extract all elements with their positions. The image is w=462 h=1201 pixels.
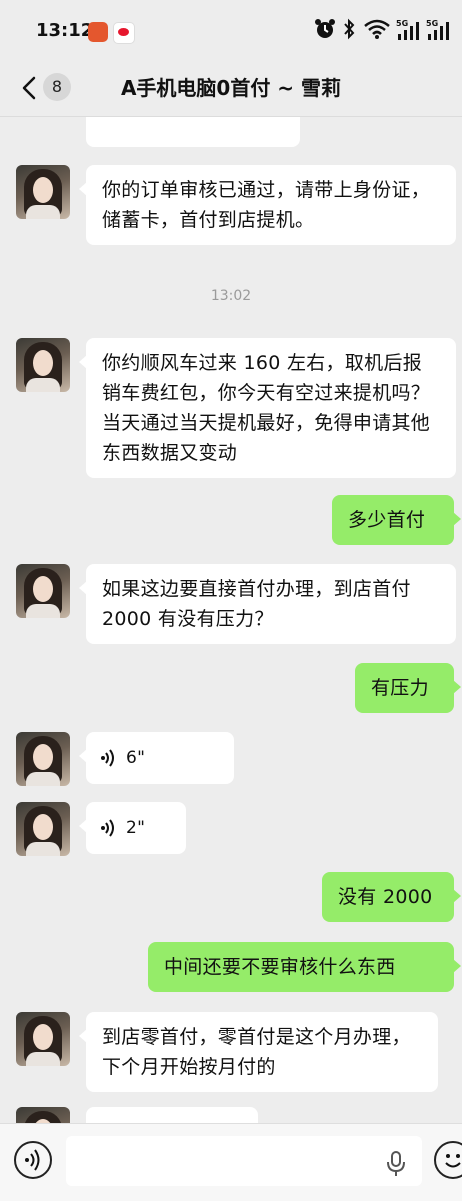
chevron-left-icon[interactable]: [18, 74, 44, 102]
message-text: 如果这边要直接首付办理，到店首付 2000 有没有压力？: [102, 578, 411, 630]
voice-message[interactable]: 2": [79, 802, 186, 854]
chat-header: 8 A手机电脑0首付 ~ 雪莉: [0, 60, 462, 117]
message-text: 中间还要不要审核什么东西: [164, 956, 396, 978]
message-list[interactable]: 你的订单审核已通过，请带上身份证，储蓄卡，首付到店提机。 13:02 你约顺风车…: [0, 117, 462, 1123]
message-text: 没有 2000: [338, 886, 433, 908]
microphone-icon[interactable]: [385, 1151, 407, 1177]
contact-avatar[interactable]: [16, 338, 70, 392]
contact-avatar[interactable]: [16, 165, 70, 219]
signal-5g-icon: 5G: [426, 19, 449, 40]
contact-avatar[interactable]: [16, 1107, 70, 1123]
incoming-message[interactable]: 到店零首付，零首付是这个月办理，下个月开始按月付的: [79, 1012, 438, 1092]
outgoing-message[interactable]: 没有 2000: [322, 872, 461, 922]
message-input[interactable]: [66, 1136, 422, 1186]
contact-avatar[interactable]: [16, 732, 70, 786]
status-time: 13:12: [36, 20, 94, 41]
contact-avatar[interactable]: [16, 564, 70, 618]
chat-title: A手机电脑0首付 ~ 雪莉: [120, 76, 342, 100]
unread-count-badge[interactable]: 8: [43, 73, 71, 101]
input-bar: [0, 1123, 462, 1201]
voice-duration: 2": [126, 818, 146, 838]
outgoing-message[interactable]: 中间还要不要审核什么东西: [148, 942, 461, 992]
voice-message[interactable]: 6": [79, 732, 234, 784]
signal-5g-icon: 5G: [396, 19, 419, 40]
message-text: 多少首付: [348, 509, 426, 531]
status-bar: 13:12 5G 5G: [0, 0, 462, 60]
emoji-icon[interactable]: [434, 1141, 462, 1179]
weibo-icon: [113, 22, 135, 44]
message-text: 你约顺风车过来 160 左右，取机后报销车费红包，你今天有空过来提机吗？当天通过…: [102, 352, 431, 464]
outgoing-message[interactable]: 有压力: [355, 663, 461, 713]
message-text: 有压力: [371, 677, 429, 699]
incoming-message[interactable]: 你约顺风车过来 160 左右，取机后报销车费红包，你今天有空过来提机吗？当天通过…: [79, 338, 456, 478]
bluetooth-icon: [344, 18, 355, 40]
voice-wave-icon: [101, 819, 114, 837]
partial-message-bubble: [86, 1107, 258, 1123]
contact-avatar[interactable]: [16, 802, 70, 856]
voice-wave-icon: [101, 749, 114, 767]
contact-avatar[interactable]: [16, 1012, 70, 1066]
incoming-message[interactable]: 如果这边要直接首付办理，到店首付 2000 有没有压力？: [79, 564, 456, 644]
message-text: 到店零首付，零首付是这个月办理，下个月开始按月付的: [102, 1026, 411, 1078]
message-timestamp: 13:02: [210, 288, 252, 304]
wifi-icon: [364, 19, 390, 39]
system-icons: 5G 5G: [314, 18, 454, 42]
message-text: 你的订单审核已通过，请带上身份证，储蓄卡，首付到店提机。: [102, 179, 431, 231]
partial-message-bubble: [86, 117, 300, 147]
svg-text:5G: 5G: [426, 19, 438, 28]
voice-mode-icon[interactable]: [14, 1141, 52, 1179]
svg-text:5G: 5G: [396, 19, 408, 28]
incoming-message[interactable]: 你的订单审核已通过，请带上身份证，储蓄卡，首付到店提机。: [79, 165, 456, 245]
outgoing-message[interactable]: 多少首付: [332, 495, 461, 545]
app-icon-red: [88, 22, 108, 42]
alarm-icon: [315, 19, 335, 38]
voice-duration: 6": [126, 748, 146, 768]
